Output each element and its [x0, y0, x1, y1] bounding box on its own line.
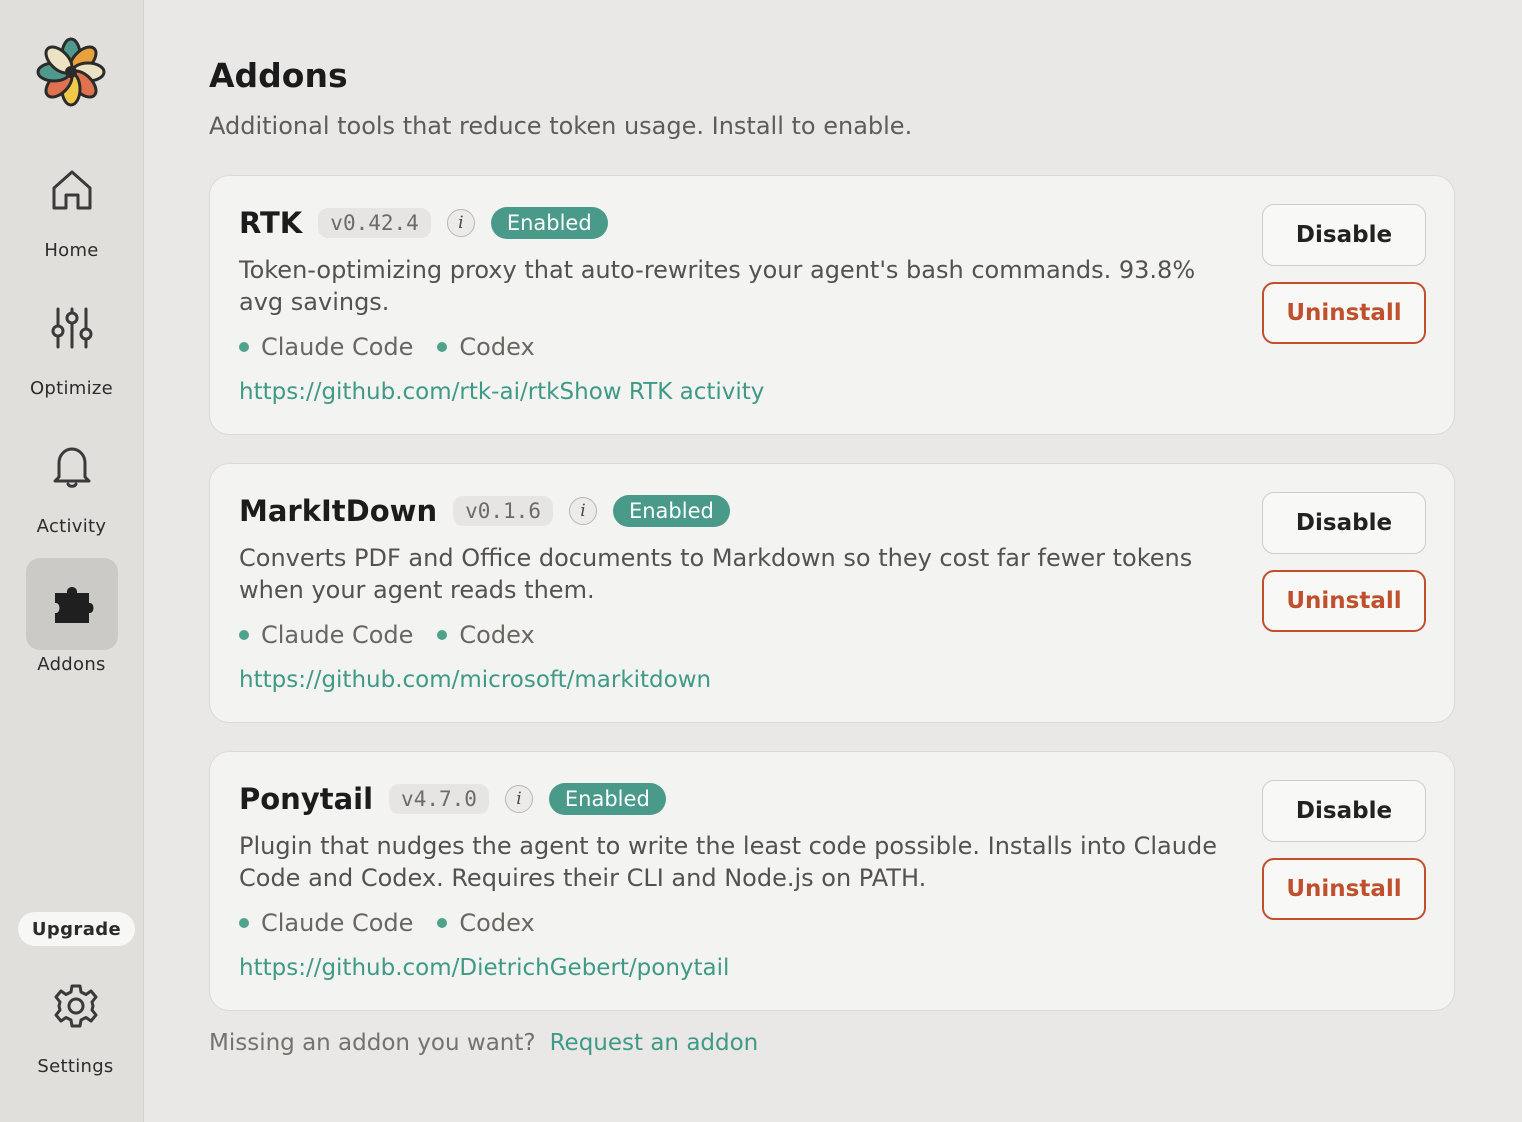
info-icon[interactable]: i: [446, 209, 475, 237]
addon-header: RTK v0.42.4 i Enabled: [239, 206, 608, 240]
tag-item: Claude Code: [239, 333, 413, 361]
status-badge: Enabled: [612, 495, 730, 527]
tag-label: Claude Code: [261, 909, 414, 937]
footer-text: Missing an addon you want?: [209, 1030, 536, 1056]
sidebar: Home Optimize Activity Addons Upgrade Se…: [0, 0, 144, 1122]
disable-button[interactable]: Disable: [1262, 492, 1426, 554]
github-link[interactable]: https://github.com/DietrichGebert/ponyta…: [239, 955, 729, 981]
puzzle-icon: [25, 558, 118, 650]
version-badge: v4.7.0: [389, 784, 489, 814]
disable-button[interactable]: Disable: [1262, 204, 1426, 266]
tag-label: Codex: [459, 621, 535, 649]
addon-links: https://github.com/microsoft/markitdown: [239, 667, 711, 693]
sidebar-item-settings[interactable]: Settings: [4, 960, 147, 1077]
status-dot: [239, 918, 249, 928]
sidebar-item-activity[interactable]: Activity: [0, 420, 143, 537]
tag-item: Codex: [437, 621, 535, 649]
tag-item: Claude Code: [239, 909, 413, 937]
addon-tags: Claude Code Codex: [239, 621, 559, 649]
addon-tags: Claude Code Codex: [239, 333, 559, 361]
tag-label: Codex: [459, 909, 535, 937]
tag-item: Claude Code: [239, 621, 413, 649]
sliders-icon: [26, 282, 118, 374]
uninstall-button[interactable]: Uninstall: [1262, 570, 1426, 632]
status-dot: [239, 342, 249, 352]
addon-name: RTK: [239, 206, 303, 240]
sidebar-item-home[interactable]: Home: [0, 144, 143, 261]
tag-item: Codex: [437, 333, 535, 361]
sidebar-item-label: Activity: [36, 516, 107, 537]
addon-tags: Claude Code Codex: [239, 909, 559, 937]
status-dot: [437, 918, 448, 928]
sidebar-item-label: Settings: [37, 1056, 114, 1077]
page-title: Addons: [209, 56, 348, 95]
request-addon-link[interactable]: Request an addon: [550, 1030, 759, 1056]
tag-label: Claude Code: [261, 333, 414, 361]
sidebar-item-label: Addons: [37, 654, 106, 675]
status-dot: [437, 630, 448, 640]
addon-description: Plugin that nudges the agent to write th…: [239, 832, 1217, 892]
tag-label: Codex: [459, 333, 535, 361]
home-icon: [26, 144, 118, 236]
bell-icon: [26, 420, 118, 512]
uninstall-button[interactable]: Uninstall: [1262, 858, 1426, 920]
uninstall-button[interactable]: Uninstall: [1262, 282, 1426, 344]
info-icon[interactable]: i: [504, 785, 533, 813]
github-link[interactable]: https://github.com/microsoft/markitdown: [239, 667, 711, 693]
app-window: Home Optimize Activity Addons Upgrade Se…: [0, 0, 1522, 1122]
addon-links: https://github.com/rtk-ai/rtkShow RTK ac…: [239, 379, 764, 405]
addon-name: Ponytail: [239, 782, 374, 816]
addon-header: MarkItDown v0.1.6 i Enabled: [239, 494, 730, 528]
version-badge: v0.1.6: [453, 496, 553, 526]
tag-item: Codex: [437, 909, 535, 937]
addon-description: Converts PDF and Office documents to Mar…: [239, 544, 1193, 604]
sidebar-item-label: Home: [44, 240, 99, 261]
gear-icon: [30, 960, 122, 1052]
flower-logo-icon: [35, 36, 107, 108]
addon-card-rtk: RTK v0.42.4 i Enabled Token-optimizing p…: [209, 175, 1455, 435]
sidebar-item-optimize[interactable]: Optimize: [0, 282, 143, 399]
github-link[interactable]: https://github.com/rtk-ai/rtk: [239, 379, 560, 405]
tag-label: Claude Code: [261, 621, 414, 649]
footer: Missing an addon you want? Request an add…: [209, 1030, 758, 1056]
upgrade-button[interactable]: Upgrade: [18, 912, 135, 946]
addon-card-ponytail: Ponytail v4.7.0 i Enabled Plugin that nu…: [209, 751, 1455, 1011]
info-icon[interactable]: i: [568, 497, 597, 525]
addon-description: Token-optimizing proxy that auto-rewrite…: [239, 256, 1196, 316]
sidebar-item-label: Optimize: [29, 378, 114, 399]
addon-name: MarkItDown: [239, 494, 438, 528]
status-dot: [437, 342, 448, 352]
addon-links: https://github.com/DietrichGebert/ponyta…: [239, 955, 729, 981]
page-subtitle: Additional tools that reduce token usage…: [209, 112, 913, 140]
status-badge: Enabled: [490, 207, 608, 239]
addon-card-markitdown: MarkItDown v0.1.6 i Enabled Converts PDF…: [209, 463, 1455, 723]
sidebar-item-addons[interactable]: Addons: [0, 558, 143, 675]
version-badge: v0.42.4: [318, 208, 431, 238]
disable-button[interactable]: Disable: [1262, 780, 1426, 842]
addon-header: Ponytail v4.7.0 i Enabled: [239, 782, 666, 816]
show-activity-link[interactable]: Show RTK activity: [560, 379, 765, 405]
status-dot: [239, 630, 249, 640]
status-badge: Enabled: [548, 783, 666, 815]
